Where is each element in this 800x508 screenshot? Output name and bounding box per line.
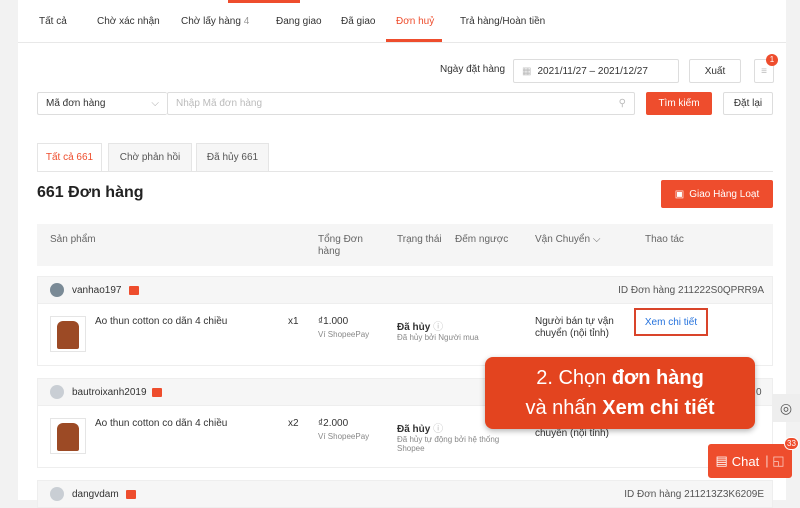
chat-badge: 33 <box>784 437 799 450</box>
order-total: ₫1.000 <box>318 316 349 327</box>
order-status: Đã hủy ⓘ <box>397 318 443 333</box>
order-id: 0 <box>756 387 762 398</box>
shirt-image <box>57 423 79 451</box>
callout-bold: đơn hàng <box>611 367 704 389</box>
tab-shipping[interactable]: Đang giao <box>276 16 322 27</box>
calendar-icon: ▣ <box>674 188 685 200</box>
subtab-all[interactable]: Tất cả 661 <box>37 143 102 171</box>
col-total: Tổng Đơn hàng <box>318 234 363 257</box>
shirt-image <box>57 321 79 349</box>
quantity: x1 <box>288 316 299 327</box>
quantity: x2 <box>288 418 299 429</box>
chevron-down-icon: ⌵ <box>592 234 601 245</box>
reset-button[interactable]: Đặt lại <box>723 92 773 115</box>
tab-pending-confirm[interactable]: Chờ xác nhận <box>97 16 160 27</box>
product-thumbnail <box>50 418 86 454</box>
search-input[interactable]: Nhập Mã đơn hàng ⚲ <box>167 92 635 115</box>
buyer-name[interactable]: dangvdam <box>72 489 119 500</box>
notification-badge: 1 <box>766 54 778 66</box>
date-range-value: 2021/11/27 – 2021/12/27 <box>537 65 648 77</box>
payment-method: Ví ShopeePay <box>318 330 370 339</box>
avatar <box>50 385 64 399</box>
col-countdown: Đếm ngược <box>455 234 509 245</box>
subtab-divider <box>37 171 773 172</box>
product-thumbnail <box>50 316 86 352</box>
col-status: Trạng thái <box>397 234 442 245</box>
bulk-ship-label: Giao Hàng Loạt <box>689 188 760 200</box>
avatar <box>50 283 64 297</box>
callout-text: và nhấn <box>525 397 603 419</box>
calendar-icon: ▦ <box>522 65 532 77</box>
support-icon[interactable]: ◎ <box>772 394 800 422</box>
callout-line-1: 2. Chọn đơn hàng <box>485 363 755 393</box>
subtab-awaiting-response[interactable]: Chờ phản hồi <box>108 143 192 171</box>
search-type-value: Mã đơn hàng <box>46 98 106 109</box>
buyer-name[interactable]: bautroixanh2019 <box>72 387 147 398</box>
tab-all[interactable]: Tất cả <box>39 16 67 27</box>
help-icon[interactable]: ⓘ <box>433 424 443 435</box>
chevron-down-icon: ⌵ <box>151 98 159 109</box>
order-id: ID Đơn hàng 211222S0QPRR9A <box>618 285 764 296</box>
status-text: Đã hủy <box>397 322 431 333</box>
col-product: Sản phẩm <box>50 234 96 245</box>
order-status: Đã hủy ⓘ <box>397 420 443 435</box>
page-title: 661 Đơn hàng <box>37 184 144 201</box>
chat-label: Chat <box>731 453 760 469</box>
help-icon[interactable]: ⓘ <box>433 322 443 333</box>
callout-bold: Xem chi tiết <box>602 397 715 419</box>
date-range-picker[interactable]: ▦ 2021/11/27 – 2021/12/27 <box>513 59 679 83</box>
chat-icon[interactable] <box>129 286 139 295</box>
tab-delivered[interactable]: Đã giao <box>341 16 375 27</box>
avatar <box>50 487 64 501</box>
list-icon: ≡ <box>761 65 767 77</box>
buyer-name[interactable]: vanhao197 <box>72 285 122 296</box>
divider <box>18 42 786 43</box>
tab-count: 4 <box>243 16 250 27</box>
subtab-cancelled[interactable]: Đã hủy 661 <box>196 143 269 171</box>
search-type-select[interactable]: Mã đơn hàng ⌵ <box>37 92 167 115</box>
payment-method: Ví ShopeePay <box>318 432 370 441</box>
date-label: Ngày đặt hàng <box>440 64 506 75</box>
col-actions: Thao tác <box>645 234 684 245</box>
chat-icon[interactable] <box>126 490 136 499</box>
tab-label: Chờ lấy hàng <box>181 16 241 27</box>
expand-icon: | ◱ <box>765 453 785 468</box>
instruction-callout: 2. Chọn đơn hàng và nhấn Xem chi tiết <box>485 357 755 429</box>
tab-returns[interactable]: Trả hàng/Hoàn tiền <box>460 16 545 27</box>
top-accent-bar <box>228 0 300 3</box>
search-icon: ⚲ <box>618 98 626 109</box>
chat-icon[interactable] <box>152 388 162 397</box>
status-note: Đã hủy tự động bởi hệ thống Shopee <box>397 435 500 453</box>
product-name: Ao thun cotton co dãn 4 chiều <box>95 418 228 429</box>
search-placeholder: Nhập Mã đơn hàng <box>176 98 263 109</box>
view-details-link[interactable]: Xem chi tiết <box>634 308 708 336</box>
col-shipping[interactable]: Vận Chuyển ⌵ <box>535 234 600 246</box>
export-button[interactable]: Xuất <box>689 59 741 83</box>
col-shipping-label: Vận Chuyển <box>535 234 591 245</box>
shipping-method: Người bán tự vận chuyển (nội tỉnh) <box>535 316 614 339</box>
chat-bubble-icon: ▤ <box>715 453 728 468</box>
tab-cancelled[interactable]: Đơn huỷ <box>396 16 434 27</box>
callout-text: 2. Chọn <box>536 367 612 389</box>
order-total: ₫2.000 <box>318 418 349 429</box>
bulk-ship-button[interactable]: ▣ Giao Hàng Loạt <box>661 180 773 208</box>
shipping-method: chuyển (nội tỉnh) <box>535 428 609 439</box>
chat-button[interactable]: ▤ Chat | ◱ <box>708 444 792 478</box>
order-id: ID Đơn hàng 211213Z3K6209E <box>624 489 764 500</box>
status-text: Đã hủy <box>397 424 431 435</box>
tab-to-pickup[interactable]: Chờ lấy hàng 4 <box>181 16 249 27</box>
status-note: Đã hủy bởi Người mua <box>397 333 479 342</box>
callout-line-2: và nhấn Xem chi tiết <box>485 393 755 423</box>
search-button[interactable]: Tìm kiếm <box>646 92 712 115</box>
product-name: Ao thun cotton co dãn 4 chiều <box>95 316 228 327</box>
